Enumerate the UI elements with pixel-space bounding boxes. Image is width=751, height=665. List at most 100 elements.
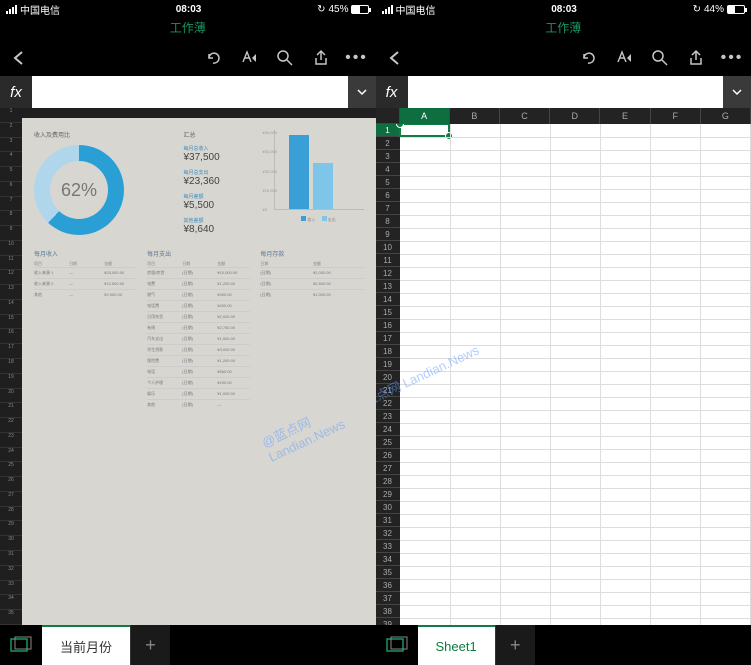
row-head-10[interactable]: 10 xyxy=(376,241,400,254)
search-icon[interactable] xyxy=(274,47,296,69)
row-head-31[interactable]: 31 xyxy=(376,514,400,527)
search-icon[interactable] xyxy=(649,47,671,69)
row-head-21[interactable]: 21 xyxy=(376,384,400,397)
formula-input[interactable] xyxy=(408,76,724,108)
row-head-35[interactable]: 35 xyxy=(376,566,400,579)
phone-right: 中国电信 08:03 ↻ 44% 工作薄 ••• fx ABCDEFG 1234… xyxy=(376,0,751,665)
row-head-18[interactable]: 18 xyxy=(376,345,400,358)
table-savings: 每月存款 日期金额(日期)¥2,000.00(日期)¥2,500.00(日期)¥… xyxy=(260,249,363,410)
col-head-D[interactable]: D xyxy=(550,108,600,124)
summary-title: 汇总 xyxy=(184,130,264,139)
row-head-16[interactable]: 16 xyxy=(376,319,400,332)
row-head-15[interactable]: 15 xyxy=(376,306,400,319)
row-head-14[interactable]: 14 xyxy=(376,293,400,306)
row-head-24[interactable]: 24 xyxy=(376,423,400,436)
formula-dropdown[interactable] xyxy=(723,76,751,108)
row-head-17[interactable]: 17 xyxy=(376,332,400,345)
row-head-19[interactable]: 19 xyxy=(376,358,400,371)
toolbar: ••• xyxy=(376,40,751,76)
row-head-37[interactable]: 37 xyxy=(376,592,400,605)
sheets-icon[interactable] xyxy=(0,625,42,665)
row-head-22[interactable]: 22 xyxy=(376,397,400,410)
undo-icon[interactable] xyxy=(202,47,224,69)
row-head-27[interactable]: 27 xyxy=(376,462,400,475)
row-head-4[interactable]: 4 xyxy=(376,163,400,176)
phone-left: 中国电信 08:03 ↻ 45% 工作薄 ••• fx 123456789101… xyxy=(0,0,376,665)
row-head-25[interactable]: 25 xyxy=(376,436,400,449)
format-icon[interactable] xyxy=(238,47,260,69)
row-head-13[interactable]: 13 xyxy=(376,280,400,293)
row-head-33[interactable]: 33 xyxy=(376,540,400,553)
row-head-9[interactable]: 9 xyxy=(376,228,400,241)
table-income: 每月收入 项目日期金额收入来源 1—¥25,000.00收入来源 2—¥12,5… xyxy=(34,249,137,410)
more-icon[interactable]: ••• xyxy=(721,47,743,69)
row-head-26[interactable]: 26 xyxy=(376,449,400,462)
row-head-20[interactable]: 20 xyxy=(376,371,400,384)
share-icon[interactable] xyxy=(310,47,332,69)
toolbar: ••• xyxy=(0,40,376,76)
template-budget[interactable]: 收入及费用比 62% 汇总 每月总收入¥37,500每月总支出¥23,360每月… xyxy=(22,118,376,625)
selection-handle-br[interactable] xyxy=(445,132,453,140)
sheet-area[interactable]: ABCDEFG 12345678910111213141516171819202… xyxy=(376,108,751,625)
row-head-28[interactable]: 28 xyxy=(376,475,400,488)
undo-icon[interactable] xyxy=(577,47,599,69)
col-head-B[interactable]: B xyxy=(450,108,500,124)
document-title[interactable]: 工作薄 xyxy=(0,18,376,40)
format-icon[interactable] xyxy=(613,47,635,69)
back-icon[interactable] xyxy=(384,47,406,69)
col-headers[interactable] xyxy=(22,108,376,118)
col-head-C[interactable]: C xyxy=(500,108,550,124)
fx-label: fx xyxy=(0,76,32,108)
sheets-icon[interactable] xyxy=(376,625,418,665)
row-head-11[interactable]: 11 xyxy=(376,254,400,267)
signal-icon xyxy=(382,5,393,14)
row-head-6[interactable]: 6 xyxy=(376,189,400,202)
add-sheet-button[interactable]: + xyxy=(130,625,170,665)
formula-dropdown[interactable] xyxy=(348,76,376,108)
row-head-39[interactable]: 39 xyxy=(376,618,400,625)
sheet-tab-current[interactable]: 当前月份 xyxy=(42,625,130,665)
row-head-7[interactable]: 7 xyxy=(376,202,400,215)
table-expense: 每月支出 项目日期金额房租/房贷(日期)¥10,000.00电费(日期)¥1,2… xyxy=(147,249,250,410)
row-head-8[interactable]: 8 xyxy=(376,215,400,228)
sheet-area[interactable]: 1234567891011121314151617181920212223242… xyxy=(0,108,376,625)
bar-expense xyxy=(313,163,333,209)
row-head-36[interactable]: 36 xyxy=(376,579,400,592)
col-head-A[interactable]: A xyxy=(400,108,450,124)
row-head-12[interactable]: 12 xyxy=(376,267,400,280)
carrier: 中国电信 xyxy=(396,2,436,17)
sync-icon: ↻ xyxy=(317,4,325,15)
formula-bar: fx xyxy=(0,76,376,108)
row-headers[interactable]: 1234567891011121314151617181920212223242… xyxy=(0,108,22,625)
row-headers[interactable]: 1234567891011121314151617181920212223242… xyxy=(376,124,400,625)
row-head-23[interactable]: 23 xyxy=(376,410,400,423)
row-head-5[interactable]: 5 xyxy=(376,176,400,189)
donut-title: 收入及费用比 xyxy=(34,130,174,139)
clock: 08:03 xyxy=(176,4,202,15)
formula-bar: fx xyxy=(376,76,751,108)
document-title[interactable]: 工作薄 xyxy=(376,18,751,40)
col-head-E[interactable]: E xyxy=(600,108,650,124)
clock: 08:03 xyxy=(551,4,577,15)
formula-input[interactable] xyxy=(32,76,348,108)
cell-grid[interactable] xyxy=(400,124,751,625)
col-head-F[interactable]: F xyxy=(651,108,701,124)
row-head-32[interactable]: 32 xyxy=(376,527,400,540)
battery-icon xyxy=(351,5,369,14)
row-head-2[interactable]: 2 xyxy=(376,137,400,150)
row-head-3[interactable]: 3 xyxy=(376,150,400,163)
share-icon[interactable] xyxy=(685,47,707,69)
row-head-34[interactable]: 34 xyxy=(376,553,400,566)
add-sheet-button[interactable]: + xyxy=(495,625,535,665)
row-head-30[interactable]: 30 xyxy=(376,501,400,514)
donut-chart: 62% xyxy=(34,145,124,235)
sheet-tab-sheet1[interactable]: Sheet1 xyxy=(418,625,495,665)
row-head-29[interactable]: 29 xyxy=(376,488,400,501)
select-all-corner[interactable] xyxy=(376,108,400,124)
back-icon[interactable] xyxy=(8,47,30,69)
selection-box[interactable] xyxy=(399,124,450,137)
more-icon[interactable]: ••• xyxy=(346,47,368,69)
col-head-G[interactable]: G xyxy=(701,108,751,124)
row-head-38[interactable]: 38 xyxy=(376,605,400,618)
bar-income xyxy=(289,135,309,209)
